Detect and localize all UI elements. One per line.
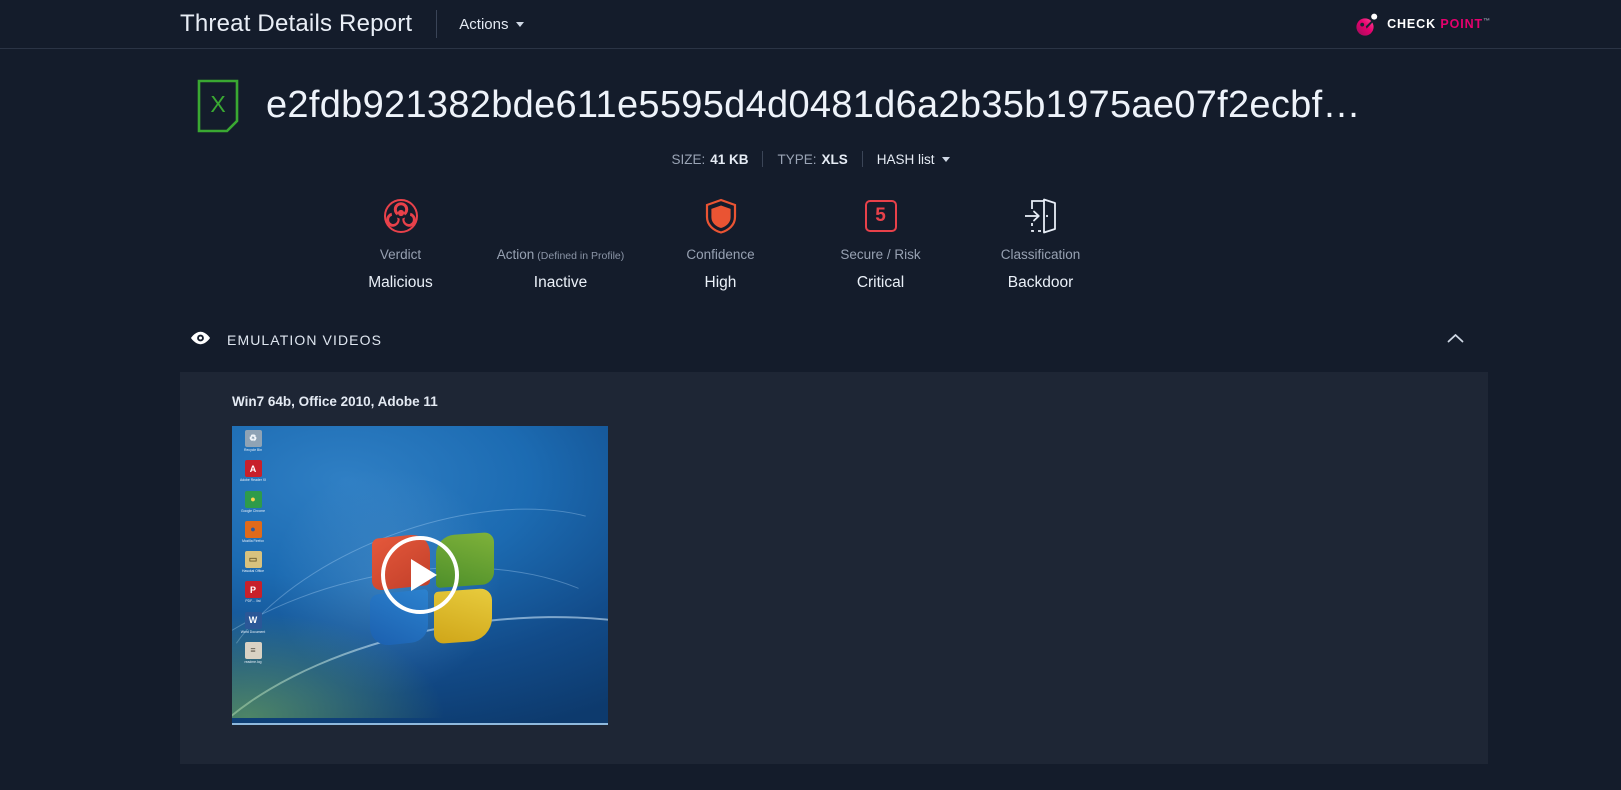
action-value: Inactive (533, 274, 588, 292)
classification-label: Classification (1001, 247, 1081, 263)
desktop-icon-glyph: ● (244, 490, 262, 508)
actions-dropdown-label: Actions (459, 15, 509, 33)
video-environment-caption: Win7 64b, Office 2010, Adobe 11 (232, 394, 438, 410)
shield-icon (704, 195, 738, 237)
desktop-icon-glyph: ≡ (244, 641, 262, 659)
desktop-icon-glyph: ● (244, 520, 262, 538)
desktop-icon-label: Hasukai Office (242, 569, 264, 574)
folder-icon: ▭ Hasukai Office (236, 551, 270, 573)
desktop-icon-label: Word Document (240, 629, 266, 634)
risk-value: Critical (856, 274, 905, 292)
desktop-icon-column: ♻ Recycle Bin A Adobe Reader XI ● Google Chro… (236, 430, 270, 664)
verdict-cell-action: Action (Defined in Profile) Inactive (481, 195, 641, 292)
adobe-reader-icon: A Adobe Reader XI (236, 460, 270, 482)
file-identity-row: X e2fdb921382bde611e5595d4d0481d6a2b35b1… (0, 78, 1621, 134)
eye-icon (190, 331, 211, 350)
desktop-icon-glyph: ♻ (244, 430, 262, 448)
desktop-icon-label: Google Chrome (241, 508, 265, 513)
hash-list-label: HASH list (876, 151, 935, 167)
verdict-cell-risk: 5 Secure / Risk Critical (801, 195, 961, 292)
play-triangle (410, 558, 437, 591)
desktop-icon-glyph: A (244, 460, 262, 478)
pdf-file-icon: P PDF… list (236, 581, 270, 603)
desktop-icon-glyph: W (244, 611, 262, 629)
file-type-label: TYPE: (777, 151, 817, 167)
desktop-icon-label: readme.log (244, 659, 262, 664)
emulation-videos-section-header[interactable]: EMULATION VIDEOS (0, 320, 1621, 360)
desktop-icon-label: Recycle Bin (244, 448, 262, 453)
checkpoint-wordmark: CHECK POINT™ (1387, 17, 1491, 31)
risk-score-box: 5 (864, 200, 897, 232)
svg-text:X: X (210, 91, 225, 117)
notepad-file-icon: ≡ readme.log (236, 641, 270, 664)
brand-point-text: POINT (1440, 17, 1484, 31)
verdict-strip: Verdict Malicious Action (Defined in Prof… (0, 195, 1621, 292)
top-bar: Threat Details Report Actions CHECK POIN… (0, 0, 1621, 49)
chevron-down-icon (515, 21, 524, 27)
risk-label-text: Secure / Risk (840, 247, 921, 262)
emulation-video-thumbnail[interactable]: ♻ Recycle Bin A Adobe Reader XI ● Google Chro… (232, 426, 608, 726)
chevron-up-icon[interactable] (1447, 331, 1464, 349)
checkpoint-mark-icon (1354, 11, 1380, 37)
biohazard-icon (383, 195, 419, 237)
chevron-down-icon (941, 156, 950, 162)
verdict-label-text: Verdict (379, 247, 422, 262)
action-label-text: Action (496, 247, 535, 262)
file-type-value: XLS (821, 151, 848, 167)
file-summary-hero: X e2fdb921382bde611e5595d4d0481d6a2b35b1… (0, 49, 1621, 292)
confidence-label: Confidence (686, 247, 754, 263)
classification-label-text: Classification (1000, 247, 1081, 262)
actions-dropdown[interactable]: Actions (459, 15, 524, 33)
verdict-value: Malicious (368, 274, 433, 292)
section-title: EMULATION VIDEOS (227, 332, 383, 349)
page-title: Threat Details Report (180, 10, 413, 37)
verdict-label: Verdict (380, 247, 421, 263)
action-sublabel-text: (Defined in Profile) (537, 250, 625, 262)
desktop-icon-label: Adobe Reader XI (239, 478, 266, 483)
verdict-cell-verdict: Verdict Malicious (321, 195, 481, 292)
hash-list-dropdown[interactable]: HASH list (877, 152, 950, 167)
header-divider (436, 10, 438, 38)
checkpoint-logo: CHECK POINT™ (1354, 11, 1491, 37)
xls-file-icon: X (196, 78, 240, 134)
file-size-value: 41 KB (710, 151, 749, 167)
emulation-video-panel: Win7 64b, Office 2010, Adobe 11 ♻ Recycle… (180, 372, 1488, 765)
backdoor-door-icon (1022, 195, 1060, 237)
file-size: SIZE: 41 KB (671, 152, 748, 167)
recycle-bin-icon: ♻ Recycle Bin (236, 430, 270, 452)
file-meta-row: SIZE: 41 KB TYPE: XLS HASH list (0, 151, 1621, 167)
confidence-label-text: Confidence (686, 247, 755, 262)
confidence-value: High (704, 274, 737, 292)
play-icon[interactable] (381, 535, 459, 614)
risk-number-icon: 5 (864, 195, 897, 237)
google-chrome-icon: ● Google Chrome (236, 490, 270, 513)
file-size-label: SIZE: (671, 151, 706, 167)
file-hash-title: e2fdb921382bde611e5595d4d0481d6a2b35b197… (266, 85, 1361, 127)
meta-divider (762, 151, 764, 167)
verdict-cell-confidence: Confidence High (641, 195, 801, 292)
mozilla-firefox-icon: ● Mozilla Firefox (236, 520, 270, 543)
desktop-icon-label: PDF… list (245, 599, 261, 604)
meta-divider (861, 151, 863, 167)
file-type: TYPE: XLS (777, 152, 847, 167)
word-file-icon: W Word Document (236, 611, 270, 634)
classification-value: Backdoor (1007, 274, 1074, 292)
verdict-cell-classification: Classification Backdoor (961, 195, 1121, 292)
desktop-icon-glyph: P (244, 581, 262, 599)
risk-label: Secure / Risk (840, 247, 920, 263)
trademark-symbol: ™ (1483, 17, 1491, 25)
action-label: Action (Defined in Profile) (497, 247, 624, 263)
brand-check-text: CHECK (1387, 17, 1437, 31)
desktop-icon-glyph: ▭ (244, 551, 262, 569)
desktop-icon-label: Mozilla Firefox (242, 538, 264, 543)
